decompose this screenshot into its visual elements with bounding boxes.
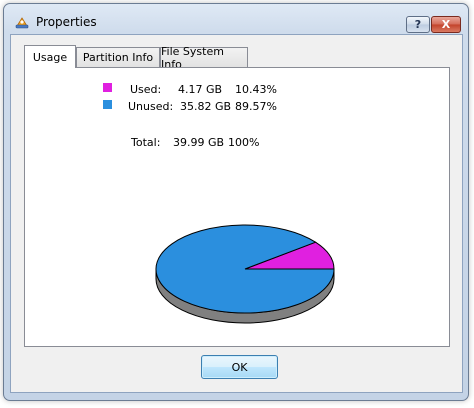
window-title: Properties <box>36 15 97 29</box>
close-button[interactable]: X <box>431 16 461 33</box>
ok-button[interactable]: OK <box>201 355 278 379</box>
help-icon: ? <box>414 18 422 31</box>
pie-slice-unused <box>155 224 335 314</box>
tab-usage[interactable]: Usage <box>24 45 76 68</box>
tab-file-system-info[interactable]: File System Info <box>160 45 248 71</box>
disk-app-icon <box>15 17 29 29</box>
close-icon: X <box>441 18 451 31</box>
used-percent: 10.43% <box>235 83 277 96</box>
used-size: 4.17 GB <box>178 83 223 96</box>
help-button[interactable]: ? <box>406 16 430 33</box>
unused-color-swatch <box>103 100 112 109</box>
total-size: 39.99 GB <box>173 136 225 149</box>
total-percent: 100% <box>228 136 260 149</box>
used-label: Used: <box>130 83 162 96</box>
dialog-client-area: Usage Partition Info File System Info Us… <box>10 34 463 393</box>
unused-percent: 89.57% <box>235 100 277 113</box>
unused-label: Unused: <box>128 100 174 113</box>
usage-tab-panel: Used: 4.17 GB 10.43% Unused: 35.82 GB 89… <box>24 67 450 347</box>
total-label: Total: <box>131 136 161 149</box>
unused-size: 35.82 GB <box>180 100 232 113</box>
usage-pie-chart <box>155 224 335 324</box>
used-color-swatch <box>103 83 112 92</box>
title-bar[interactable]: Properties ? X <box>4 4 468 36</box>
tab-partition-info[interactable]: Partition Info <box>76 47 160 67</box>
properties-window: Properties ? X Usage Partition Info File… <box>3 3 469 401</box>
